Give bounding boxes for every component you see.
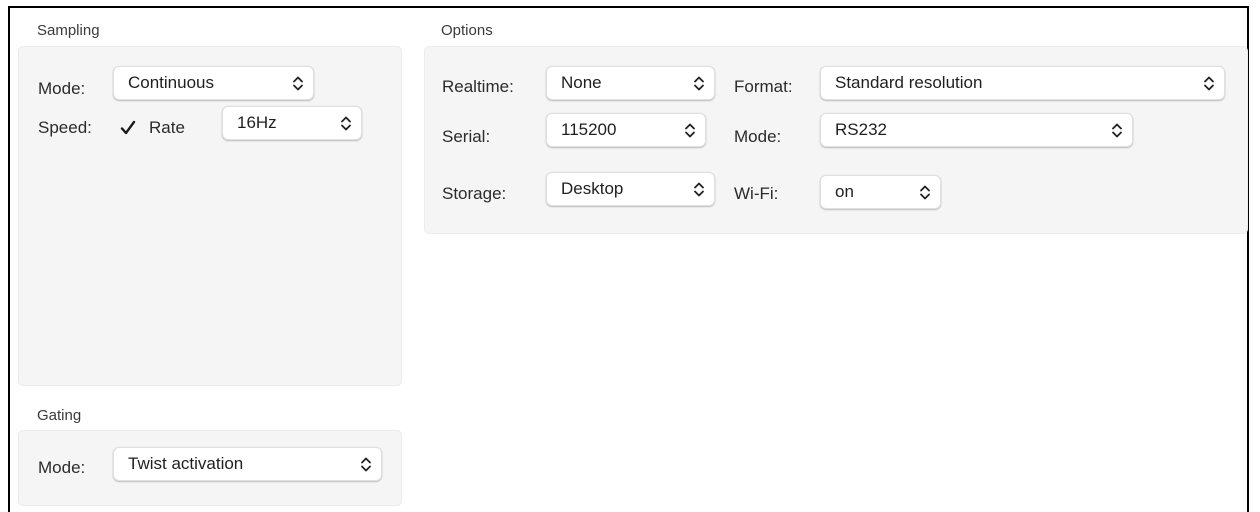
format-label: Format: (734, 77, 793, 96)
serial-popup[interactable]: 115200 (546, 113, 706, 147)
chevron-up-down-icon (293, 76, 303, 91)
sampling-mode-value: Continuous (128, 73, 215, 92)
storage-popup[interactable]: Desktop (546, 172, 715, 206)
rate-popup[interactable]: 16Hz (222, 106, 362, 140)
gating-mode-popup[interactable]: Twist activation (113, 447, 382, 481)
realtime-value: None (561, 73, 602, 92)
chevron-up-down-icon (685, 123, 695, 138)
serial-mode-value: RS232 (835, 120, 887, 139)
wifi-value: on (835, 182, 854, 201)
chevron-up-down-icon (361, 457, 371, 472)
rate-value: 16Hz (237, 113, 277, 132)
format-popup[interactable]: Standard resolution (820, 66, 1225, 100)
chevron-up-down-icon (1112, 123, 1122, 138)
sampling-section-title: Sampling (37, 22, 100, 39)
sampling-mode-label: Mode: (38, 79, 86, 98)
realtime-popup[interactable]: None (546, 66, 715, 100)
storage-label: Storage: (442, 184, 507, 203)
chevron-up-down-icon (1204, 76, 1214, 91)
wifi-label: Wi-Fi: (734, 184, 779, 203)
options-section-title: Options (441, 22, 493, 39)
chevron-up-down-icon (694, 76, 704, 91)
sampling-mode-popup[interactable]: Continuous (113, 66, 314, 100)
storage-value: Desktop (561, 179, 624, 198)
checkmark-icon[interactable] (119, 119, 137, 137)
serial-value: 115200 (561, 120, 617, 139)
gating-mode-value: Twist activation (128, 454, 244, 473)
chevron-up-down-icon (694, 182, 704, 197)
wifi-popup[interactable]: on (820, 175, 941, 209)
rate-checkbox-label[interactable]: Rate (149, 118, 185, 138)
realtime-label: Realtime: (442, 77, 514, 96)
format-value: Standard resolution (835, 73, 983, 92)
serial-mode-popup[interactable]: RS232 (820, 113, 1133, 147)
serial-mode-label: Mode: (734, 127, 782, 146)
gating-section-title: Gating (37, 407, 82, 424)
serial-label: Serial: (442, 127, 491, 146)
chevron-up-down-icon (341, 116, 351, 131)
chevron-up-down-icon (920, 185, 930, 200)
gating-mode-label: Mode: (38, 458, 86, 477)
sampling-speed-label: Speed: (38, 118, 92, 137)
